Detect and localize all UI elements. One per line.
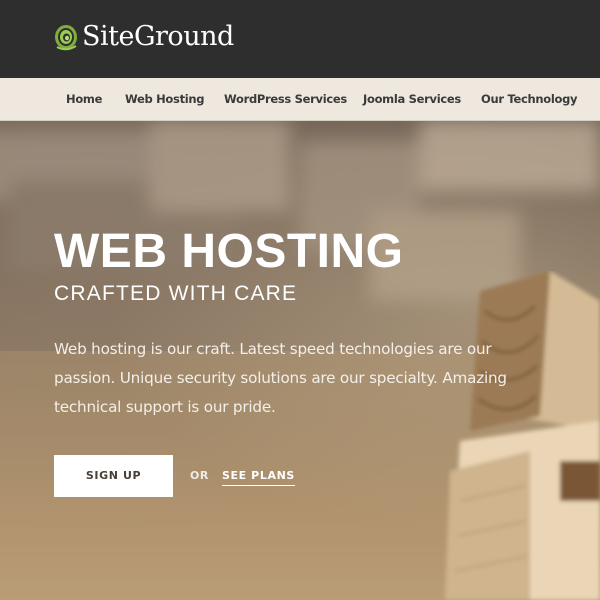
siteground-spiral-logo-icon [55, 25, 77, 51]
hero-subtitle: CRAFTED WITH CARE [54, 282, 298, 305]
hero-description-line: technical support is our pride. [54, 398, 276, 416]
nav-item-wordpress-services[interactable]: WordPress Services [224, 92, 347, 106]
sign-up-button[interactable]: SIGN UP [54, 455, 173, 497]
hero-title: WEB HOSTING [54, 225, 404, 278]
logo-text: SiteGround [82, 21, 234, 52]
nav-item-web-hosting[interactable]: Web Hosting [125, 92, 205, 106]
nav-item-home[interactable]: Home [66, 92, 102, 106]
nav-item-our-technology[interactable]: Our Technology [481, 92, 578, 106]
wooden-house-blocks-image [445, 271, 600, 600]
site-header: SiteGround [0, 0, 600, 78]
siteground-logo[interactable]: SiteGround [54, 22, 234, 52]
main-navigation: Home Web Hosting WordPress Services Joom… [0, 78, 600, 121]
hero-section: WEB HOSTING CRAFTED WITH CARE Web hostin… [0, 121, 600, 600]
hero-description-line: passion. Unique security solutions are o… [54, 369, 507, 387]
or-separator-text: OR [190, 469, 209, 482]
hero-description-line: Web hosting is our craft. Latest speed t… [54, 340, 492, 358]
see-plans-link[interactable]: SEE PLANS [222, 469, 295, 486]
hero-description: Web hosting is our craft. Latest speed t… [54, 335, 534, 422]
nav-item-joomla-services[interactable]: Joomla Services [363, 92, 461, 106]
